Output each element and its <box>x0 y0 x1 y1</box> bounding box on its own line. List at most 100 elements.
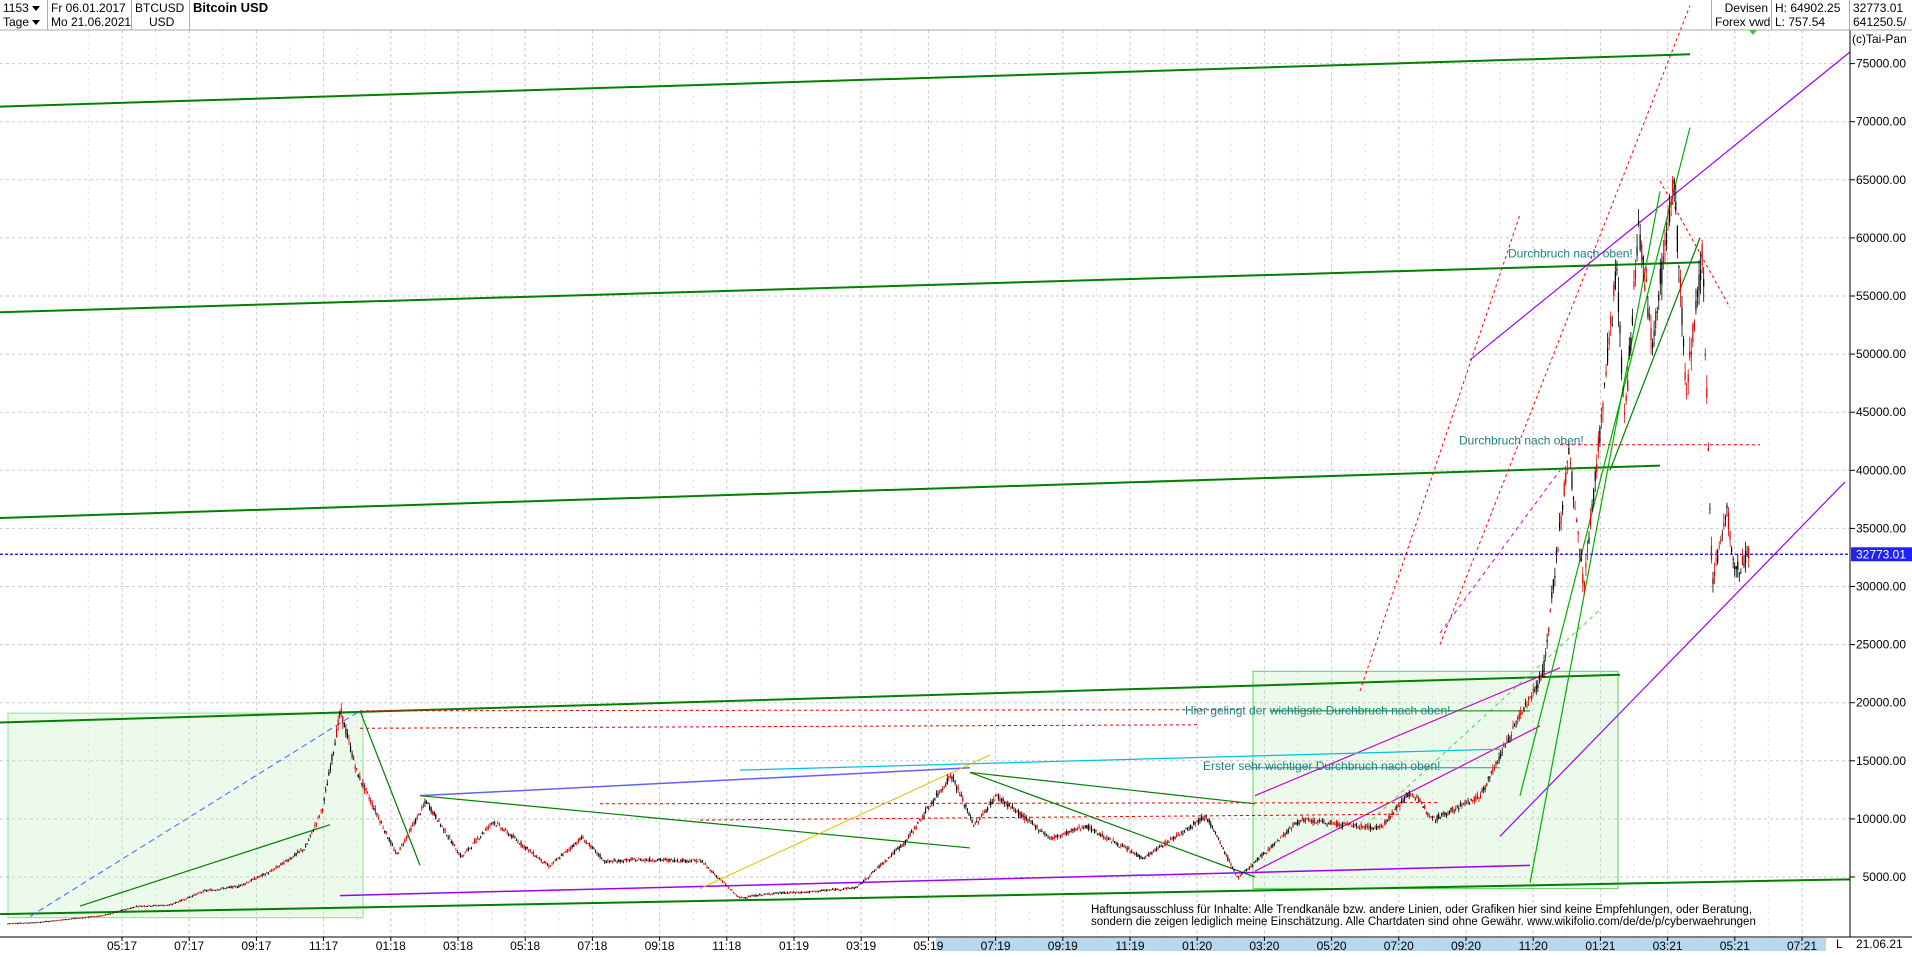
candle-body <box>982 813 984 816</box>
candle-body <box>608 860 610 862</box>
candle-body <box>529 849 531 851</box>
candle-body <box>1588 537 1590 544</box>
candle-body <box>858 884 860 886</box>
candle-body <box>438 819 440 822</box>
candle-body <box>1738 573 1740 575</box>
candle-body <box>726 885 728 887</box>
candle-body <box>213 889 215 891</box>
candle-body <box>455 849 457 851</box>
candle-body <box>1324 823 1327 825</box>
candle-body <box>174 902 176 904</box>
candle-body <box>1456 805 1458 807</box>
candle-body <box>1566 461 1568 464</box>
candle-body <box>613 859 615 861</box>
candle-body <box>763 893 765 895</box>
candle-body <box>901 844 903 846</box>
candle-body <box>63 919 65 921</box>
candle-body <box>52 920 54 922</box>
candle-body <box>1304 819 1306 823</box>
candle-body <box>461 855 463 858</box>
candle-body <box>128 908 130 910</box>
candle-body <box>1461 803 1463 807</box>
candle-body <box>1512 725 1514 729</box>
candle-body <box>943 786 945 789</box>
candle-body <box>1433 816 1435 818</box>
candle-body <box>387 837 389 839</box>
candle-body <box>1546 639 1548 643</box>
candle-body <box>838 889 840 891</box>
candle-body <box>1374 826 1376 828</box>
candle-body <box>991 801 993 804</box>
candle-body <box>805 891 807 893</box>
y-tick-label: 60000.00 <box>1856 231 1906 245</box>
range-selector[interactable]: 1153 Tage <box>0 0 48 30</box>
candle-body <box>1585 562 1587 568</box>
period-selector[interactable]: Tage <box>3 15 29 29</box>
candle-body <box>619 859 621 862</box>
candle-body <box>686 859 688 862</box>
candle-body <box>852 887 854 889</box>
candle-body <box>511 834 513 838</box>
candle-body <box>1627 379 1629 392</box>
candle-body <box>639 858 641 861</box>
x-tick-label: 05:19 <box>913 939 943 952</box>
candle-body <box>1448 810 1451 814</box>
candle-body <box>216 889 218 891</box>
x-tick-label: 11:19 <box>1115 939 1144 952</box>
candle-body <box>139 905 141 907</box>
candle-body <box>656 859 659 861</box>
candle-body <box>1049 837 1051 839</box>
dropdown-arrow-icon[interactable] <box>32 20 41 26</box>
candle-body <box>773 893 775 895</box>
candle-body <box>960 794 962 797</box>
candle-body <box>599 854 601 858</box>
candle-body <box>718 877 721 880</box>
candle-body <box>453 844 455 846</box>
candle-body <box>914 826 916 830</box>
candle-body <box>1377 826 1379 829</box>
candle-body <box>370 800 372 803</box>
candle-body <box>889 856 891 858</box>
candle-body <box>1050 838 1052 840</box>
candle-body <box>1255 860 1257 862</box>
x-tick-label: 03:20 <box>1249 939 1279 952</box>
candle-body <box>1507 738 1509 743</box>
high-label: H: 64902.25 <box>1775 1 1841 15</box>
candle-body <box>610 860 612 862</box>
candle-body <box>357 774 359 778</box>
candle-body <box>207 890 209 892</box>
candle-body <box>143 905 145 907</box>
candle-body <box>1197 819 1199 824</box>
candle-body <box>334 742 336 746</box>
candle-body <box>1348 824 1350 826</box>
candle-body <box>658 858 660 860</box>
x-tick-label: 09:18 <box>645 939 675 952</box>
candle-body <box>442 827 445 831</box>
candle-body <box>57 919 59 921</box>
candle-body <box>165 904 167 906</box>
candle-body <box>573 844 575 847</box>
candle-body <box>959 794 961 796</box>
candle-body <box>1047 836 1049 838</box>
candle-body <box>1541 670 1544 677</box>
candle-body <box>515 839 517 841</box>
candle-body <box>870 872 872 875</box>
candle-body <box>1166 841 1168 844</box>
candle-body <box>900 844 902 848</box>
candle-body <box>878 865 880 868</box>
candle-body <box>1014 810 1017 812</box>
candle-body <box>1306 818 1308 820</box>
candle-body <box>181 899 183 901</box>
candle-body <box>177 901 180 903</box>
dropdown-arrow-icon[interactable] <box>31 6 40 12</box>
candle-body <box>641 859 643 861</box>
y-tick-label: 65000.00 <box>1856 173 1906 187</box>
candle-body <box>311 831 313 833</box>
market: Devisen <box>1724 1 1768 15</box>
candle-body <box>780 892 783 894</box>
candle-body <box>952 777 955 779</box>
candle-body <box>1676 225 1678 252</box>
candle-body <box>934 798 936 800</box>
last-price-label: 32773.01 <box>1856 547 1906 561</box>
candle-body <box>690 861 693 863</box>
